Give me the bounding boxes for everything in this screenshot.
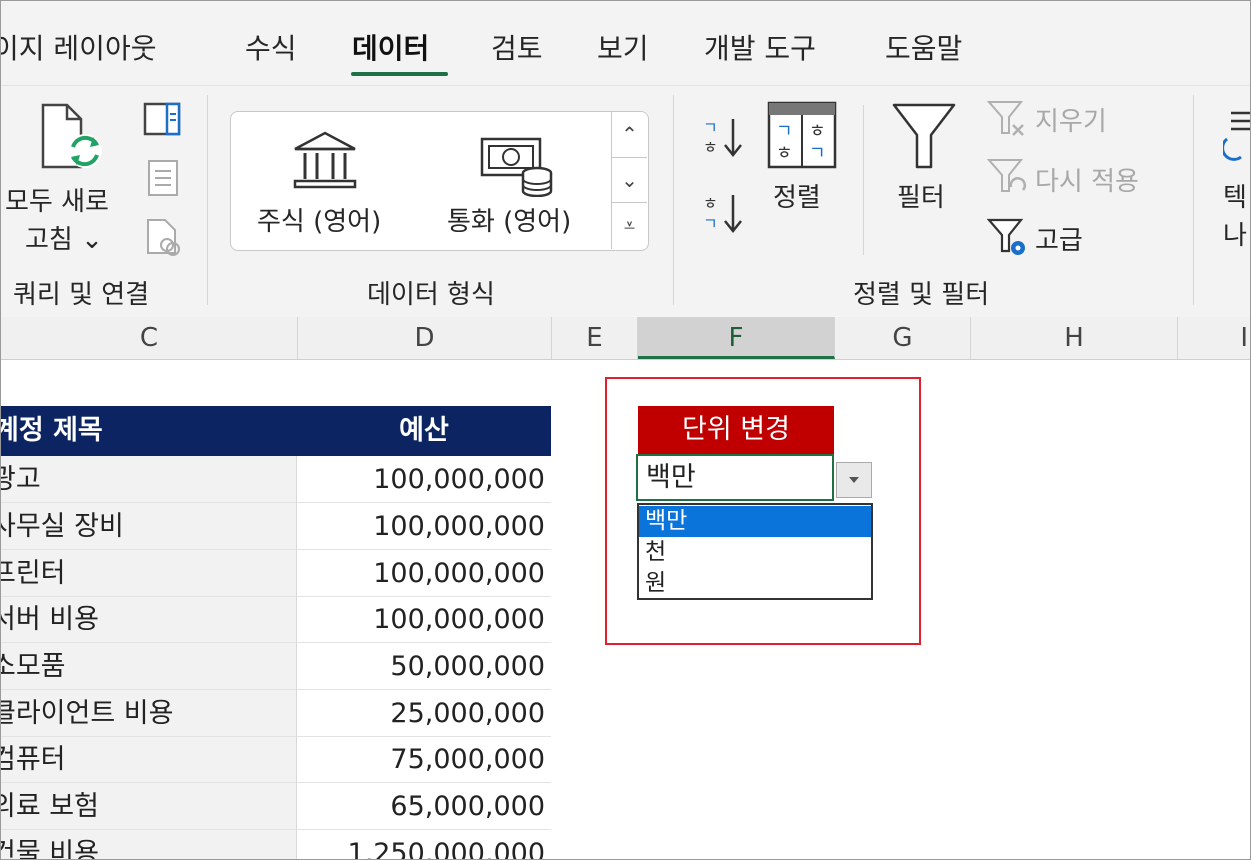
- table-cell-budget[interactable]: 65,000,000: [297, 783, 551, 830]
- edit-links-icon[interactable]: [145, 217, 181, 257]
- tab-formulas[interactable]: 수식: [245, 27, 297, 67]
- advanced-filter-icon[interactable]: [987, 217, 1029, 259]
- gallery-down-button[interactable]: ⌄: [612, 157, 647, 203]
- group-label-datatypes: 데이터 형식: [367, 280, 495, 310]
- group-label-query: 쿼리 및 연결: [13, 280, 150, 310]
- column-header-e[interactable]: E: [552, 317, 638, 359]
- group-separator: [1193, 95, 1194, 305]
- table-cell-account[interactable]: 소모품: [1, 643, 297, 690]
- gallery-up-button[interactable]: ⌃: [612, 112, 647, 157]
- queries-connections-icon[interactable]: [143, 102, 181, 136]
- group-label-sortfilter: 정렬 및 필터: [853, 280, 990, 310]
- next-group-label-2[interactable]: 나: [1223, 215, 1247, 252]
- gallery-scroll: ⌃ ⌄ ⩡: [611, 112, 647, 249]
- active-tab-indicator: [351, 72, 448, 76]
- sort-descending-icon[interactable]: ㅎ ㄱ: [701, 191, 745, 235]
- table-cell-account[interactable]: 의료 보험: [1, 783, 297, 830]
- text-to-columns-icon[interactable]: [1223, 105, 1251, 165]
- table-cell-account[interactable]: 광고: [1, 456, 297, 503]
- unit-dropdown-list: 백만 천 원: [637, 503, 873, 600]
- filter-label[interactable]: 필터: [897, 177, 945, 214]
- unit-change-header[interactable]: 단위 변경: [638, 406, 834, 454]
- unit-select-cell[interactable]: 백만: [636, 454, 834, 501]
- sort-label[interactable]: 정렬: [773, 177, 821, 214]
- table-cell-budget[interactable]: 75,000,000: [297, 737, 551, 783]
- column-header-i[interactable]: I: [1178, 317, 1250, 359]
- currency-icon[interactable]: [479, 133, 557, 197]
- group-separator: [207, 95, 208, 305]
- stocks-icon[interactable]: [291, 129, 359, 191]
- table-cell-budget[interactable]: 1,250,000,000: [297, 830, 551, 859]
- svg-text:ㅎ: ㅎ: [703, 194, 718, 213]
- table-cell-budget[interactable]: 50,000,000: [297, 643, 551, 690]
- column-header-g[interactable]: G: [835, 317, 971, 359]
- svg-text:ㄱ: ㄱ: [776, 121, 793, 142]
- table-cell-account[interactable]: 컴퓨터: [1, 737, 297, 783]
- table-cell-budget[interactable]: 100,000,000: [297, 597, 551, 643]
- dropdown-button[interactable]: [836, 462, 872, 498]
- currency-label[interactable]: 통화 (영어): [447, 201, 571, 238]
- table-cell-account[interactable]: 서버 비용: [1, 597, 297, 643]
- svg-text:ㅎ: ㅎ: [703, 138, 718, 157]
- tab-review[interactable]: 검토: [491, 27, 543, 67]
- tab-developer[interactable]: 개발 도구: [704, 27, 816, 67]
- table-cell-budget[interactable]: 100,000,000: [297, 503, 551, 550]
- tab-data[interactable]: 데이터: [352, 27, 429, 67]
- clear-filter-icon: [987, 101, 1024, 136]
- group-separator: [673, 95, 674, 305]
- reapply-filter-label: 다시 적용: [1035, 167, 1139, 197]
- table-header-account[interactable]: 계정 제목: [1, 406, 297, 456]
- next-group-label-1[interactable]: 텍: [1223, 177, 1247, 214]
- dropdown-option-million[interactable]: 백만: [639, 506, 871, 537]
- stocks-label[interactable]: 주식 (영어): [257, 201, 381, 238]
- table-cell-budget[interactable]: 100,000,000: [297, 456, 551, 503]
- group-separator: [863, 105, 864, 255]
- table-cell-account[interactable]: 클라이언트 비용: [1, 690, 297, 737]
- filter-icon[interactable]: [891, 101, 957, 171]
- table-cell-budget[interactable]: 25,000,000: [297, 690, 551, 737]
- svg-text:ㅎ: ㅎ: [776, 143, 793, 164]
- ribbon-tab-bar: 이지 레이아웃 수식 데이터 검토 보기 개발 도구 도움말: [1, 1, 1250, 85]
- refresh-all-icon[interactable]: [37, 101, 105, 173]
- svg-text:ㄱ: ㄱ: [809, 143, 826, 164]
- column-header-c[interactable]: C: [1, 317, 298, 359]
- svg-text:ㄱ: ㄱ: [703, 214, 718, 233]
- column-header-h[interactable]: H: [971, 317, 1178, 359]
- dropdown-option-thousand[interactable]: 천: [639, 537, 871, 568]
- column-header-d[interactable]: D: [298, 317, 552, 359]
- reapply-filter-icon: [987, 159, 1026, 192]
- properties-icon[interactable]: [147, 159, 179, 197]
- table-header-budget[interactable]: 예산: [297, 406, 551, 456]
- table-cell-account[interactable]: 건물 비용: [1, 830, 297, 859]
- svg-text:ㅎ: ㅎ: [809, 121, 826, 142]
- table-cell-account[interactable]: 프린터: [1, 550, 297, 597]
- clear-filter-label: 지우기: [1035, 107, 1107, 137]
- column-header-f[interactable]: F: [638, 317, 835, 359]
- sort-ascending-icon[interactable]: ㄱ ㅎ: [701, 115, 745, 159]
- table-cell-account[interactable]: 사무실 장비: [1, 503, 297, 550]
- advanced-filter-label[interactable]: 고급: [1035, 220, 1083, 257]
- table-cell-budget[interactable]: 100,000,000: [297, 550, 551, 597]
- chevron-down-icon: [849, 477, 859, 483]
- tab-page-layout[interactable]: 이지 레이아웃: [1, 27, 156, 67]
- sort-icon[interactable]: ㄱ ㅎ ㅎ ㄱ: [767, 101, 837, 171]
- refresh-all-label-2[interactable]: 고침 ⌄: [25, 219, 103, 256]
- tab-help[interactable]: 도움말: [885, 27, 962, 67]
- excel-window: 이지 레이아웃 수식 데이터 검토 보기 개발 도구 도움말 모두 새로 고침 …: [0, 0, 1251, 860]
- refresh-all-label[interactable]: 모두 새로: [5, 181, 109, 218]
- svg-text:ㄱ: ㄱ: [703, 118, 718, 137]
- dropdown-option-won[interactable]: 원: [639, 568, 871, 599]
- tab-view[interactable]: 보기: [597, 27, 649, 67]
- gallery-more-button[interactable]: ⩡: [612, 202, 647, 248]
